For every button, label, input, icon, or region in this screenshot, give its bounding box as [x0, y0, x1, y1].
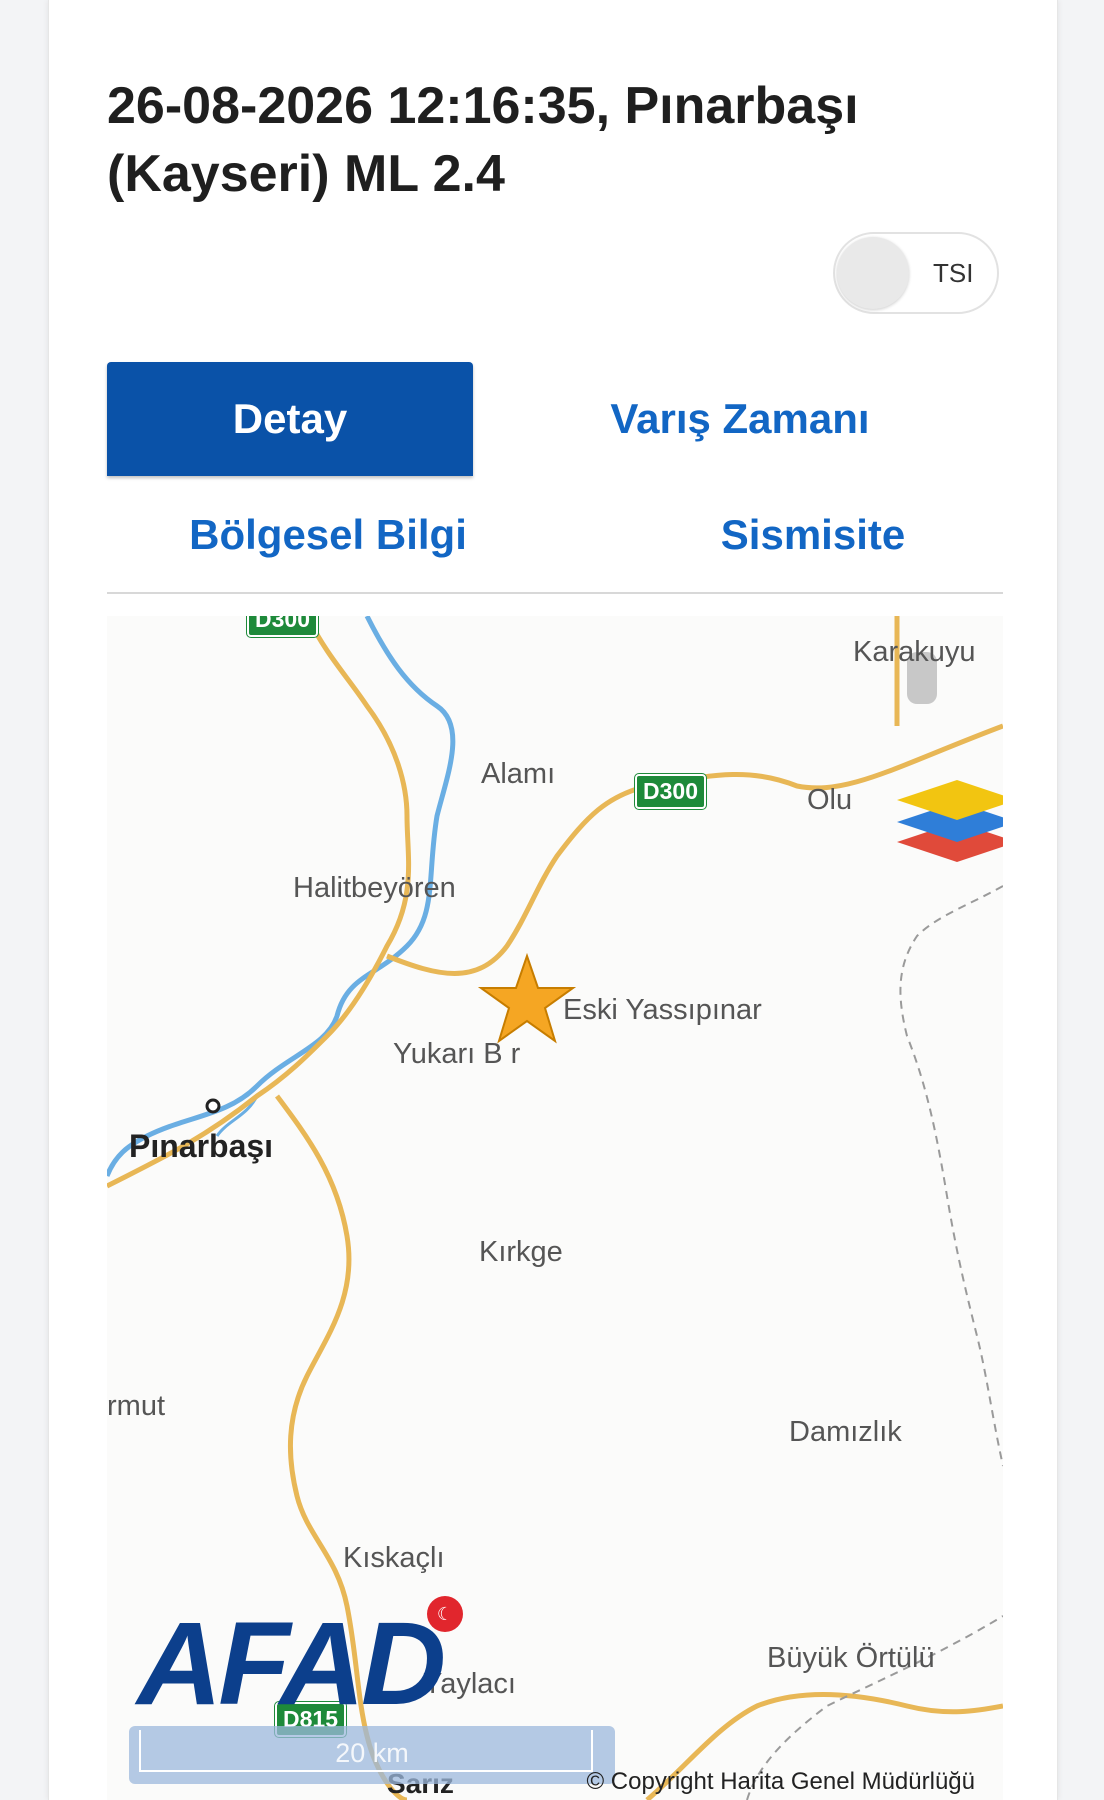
place-mut: rmut	[107, 1390, 165, 1422]
map-view[interactable]: D300 D300 D815 Karakuyu Alamı Olu Halitb…	[107, 616, 1003, 1800]
tab-sismisite[interactable]: Sismisite	[663, 480, 963, 590]
tab-detay[interactable]: Detay	[107, 362, 473, 476]
place-alam: Alamı	[481, 758, 556, 790]
tsi-toggle[interactable]: TSI	[833, 232, 999, 314]
place-eski-yassipinar: Eski Yassıpınar	[563, 994, 762, 1026]
map-copyright: © Copyright Harita Genel Müdürlüğü	[586, 1768, 975, 1795]
place-kiskacli: Kıskaçlı	[343, 1542, 445, 1574]
scale-label: 20 km	[335, 1738, 409, 1768]
boundary-line	[899, 885, 1003, 1467]
tabs-divider	[107, 592, 1003, 594]
map-scale: 20 km	[129, 1726, 615, 1784]
tab-bolgesel-bilgi[interactable]: Bölgesel Bilgi	[143, 480, 513, 590]
place-buyuk-ortulu: Büyük Örtülü	[767, 1642, 935, 1674]
star-icon[interactable]	[477, 952, 577, 1044]
afad-logo: AFAD	[137, 1598, 446, 1730]
place-kirkge: Kırkge	[479, 1236, 563, 1268]
earthquake-card: 26-08-2026 12:16:35, Pınarbaşı (Kayseri)…	[48, 0, 1058, 1800]
turkey-flag-icon: ☾	[427, 1596, 463, 1632]
place-oluk: Olu	[807, 784, 853, 816]
toggle-knob[interactable]	[837, 237, 909, 309]
tab-varis-zamani[interactable]: Varış Zamanı	[525, 362, 955, 476]
place-karakuyu: Karakuyu	[853, 636, 976, 668]
place-halitbeyoren: Halitbeyören	[293, 872, 456, 904]
town-marker	[205, 1098, 221, 1114]
page-title: 26-08-2026 12:16:35, Pınarbaşı (Kayseri)…	[107, 77, 859, 203]
place-damizlik: Damızlık	[789, 1416, 902, 1448]
toggle-label: TSI	[933, 258, 974, 288]
road-badge-d300: D300	[635, 774, 706, 809]
road-badge-top: D300	[247, 616, 318, 637]
place-yukari: Yukarı B r	[393, 1038, 521, 1070]
place-pinarbasi: Pınarbaşı	[129, 1128, 274, 1164]
